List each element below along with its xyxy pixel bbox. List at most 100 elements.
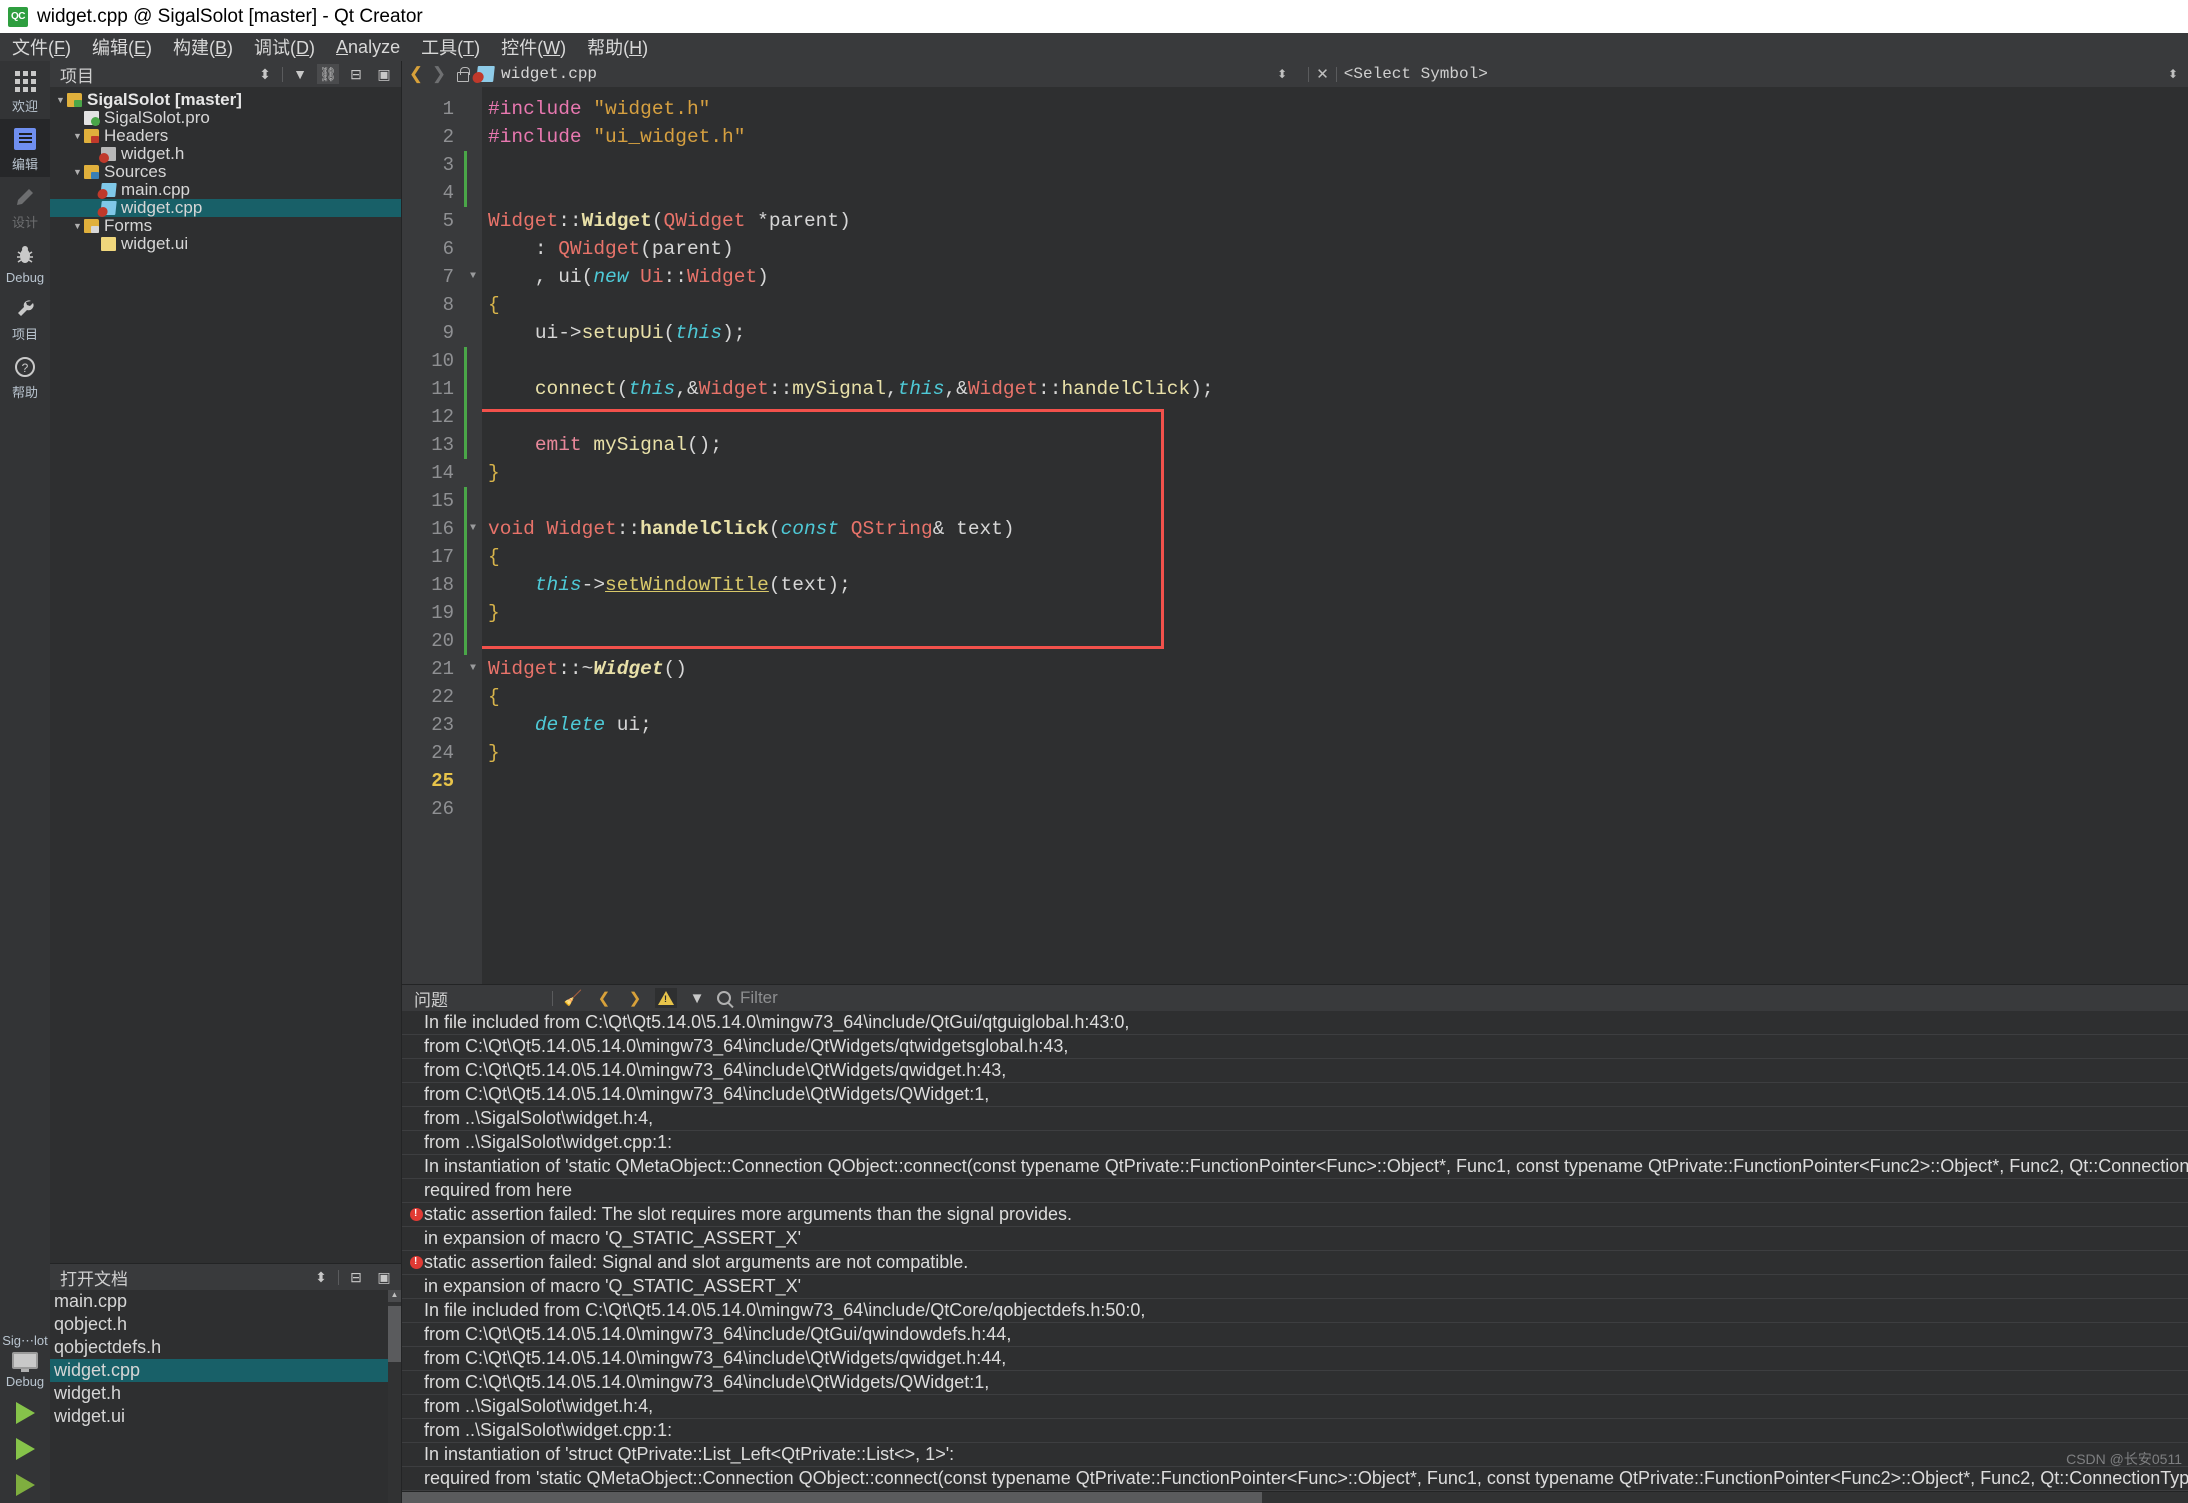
mode-projects[interactable]: 项目 (0, 289, 50, 347)
navigate-forward-icon[interactable]: ❯ (431, 64, 447, 84)
issue-row[interactable]: from C:\Qt\Qt5.14.0\5.14.0\mingw73_64\in… (402, 1371, 2188, 1395)
debug-button[interactable] (15, 1431, 35, 1467)
code-line[interactable]: } (482, 459, 2188, 487)
issue-row[interactable]: In instantiation of 'struct QtPrivate::L… (402, 1443, 2188, 1467)
menu-build[interactable]: 构建(B) (173, 34, 233, 60)
scrollbar-thumb[interactable] (388, 1306, 401, 1362)
issues-horizontal-scrollbar[interactable] (402, 1491, 2188, 1503)
code-line[interactable]: connect(this,&Widget::mySignal,this,&Wid… (482, 375, 2188, 403)
code-text-pane[interactable]: #include "widget.h" #include "ui_widget.h… (482, 87, 2188, 984)
build-button[interactable] (15, 1467, 35, 1503)
tree-item[interactable]: ▼ Forms (50, 216, 401, 235)
issue-row[interactable]: from ..\SigalSolot\widget.cpp:1: (402, 1131, 2188, 1155)
issue-row[interactable]: from ..\SigalSolot\widget.h:4, (402, 1107, 2188, 1131)
issue-row[interactable]: from ..\SigalSolot\widget.cpp:1: (402, 1419, 2188, 1443)
close-file-icon[interactable]: ✕ (1316, 65, 1329, 83)
open-documents-list[interactable]: main.cpp qobject.h qobjectdefs.h widget.cpp… (50, 1290, 401, 1503)
code-line[interactable] (482, 487, 2188, 515)
symbol-selector[interactable]: <Select Symbol> (1344, 65, 1488, 83)
issue-row[interactable]: from ..\SigalSolot\widget.h:4, (402, 1395, 2188, 1419)
filter-icon[interactable]: ▼ (686, 988, 708, 1008)
code-line[interactable] (482, 151, 2188, 179)
scrollbar-thumb[interactable] (402, 1492, 1262, 1503)
menu-help[interactable]: 帮助(H) (587, 34, 648, 60)
code-line[interactable]: Widget::~Widget() (482, 655, 2188, 683)
mode-edit[interactable]: 编辑 (0, 119, 50, 177)
issue-row[interactable]: from C:\Qt\Qt5.14.0\5.14.0\mingw73_64\in… (402, 1323, 2188, 1347)
code-line[interactable] (482, 179, 2188, 207)
issue-row[interactable]: In file included from C:\Qt\Qt5.14.0\5.1… (402, 1299, 2188, 1323)
menu-file[interactable]: 文件(F) (12, 34, 71, 60)
file-dropdown-icon[interactable]: ⬍ (1277, 68, 1287, 80)
filter-icon[interactable]: ▼ (289, 64, 311, 84)
issue-row[interactable]: in expansion of macro 'Q_STATIC_ASSERT_X… (402, 1275, 2188, 1299)
issue-row[interactable]: in expansion of macro 'Q_STATIC_ASSERT_X… (402, 1227, 2188, 1251)
open-document-item[interactable]: qobjectdefs.h (50, 1336, 401, 1359)
open-document-item[interactable]: widget.cpp (50, 1359, 401, 1382)
code-line[interactable] (482, 767, 2188, 795)
menu-tools[interactable]: 工具(T) (421, 34, 480, 60)
scroll-up-icon[interactable]: ▲ (388, 1290, 401, 1302)
sort-toggle-icon[interactable]: ⬍ (254, 64, 276, 84)
issue-row[interactable]: static assertion failed: Signal and slot… (402, 1251, 2188, 1275)
warning-filter-icon[interactable] (655, 988, 677, 1008)
menu-window[interactable]: 控件(W) (501, 34, 566, 60)
close-panel-icon[interactable]: ▣ (373, 64, 395, 84)
open-documents-scrollbar[interactable]: ▲ (388, 1290, 401, 1503)
code-editor[interactable]: 1 2 3 4 5 6 7 8 9 10 11 12 13 14 15 16 17 18 19 20 21 22 23 24 2… (402, 87, 2188, 984)
fold-marker-icon[interactable]: ▼ (464, 263, 482, 291)
code-line[interactable]: #include "widget.h" (482, 95, 2188, 123)
code-line[interactable]: #include "ui_widget.h" (482, 123, 2188, 151)
issue-row[interactable]: In instantiation of 'static QMetaObject:… (402, 1155, 2188, 1179)
issue-row[interactable]: required from 'static QMetaObject::Conne… (402, 1467, 2188, 1491)
unlock-icon[interactable] (454, 66, 470, 82)
issue-row[interactable]: In file included from C:\Qt\Qt5.14.0\5.1… (402, 1011, 2188, 1035)
tree-item[interactable]: widget.cpp (50, 198, 401, 217)
filter-input[interactable]: Filter (740, 988, 778, 1008)
code-line[interactable]: { (482, 291, 2188, 319)
expand-arrow-icon[interactable]: ▼ (71, 167, 84, 177)
sort-toggle-icon[interactable]: ⬍ (310, 1267, 332, 1287)
code-line[interactable]: { (482, 683, 2188, 711)
code-line[interactable]: emit mySignal(); (482, 431, 2188, 459)
open-file-name[interactable]: widget.cpp (501, 65, 597, 83)
code-line[interactable] (482, 347, 2188, 375)
code-line[interactable]: Widget::Widget(QWidget *parent) (482, 207, 2188, 235)
issue-row[interactable]: from C:\Qt\Qt5.14.0\5.14.0\mingw73_64\in… (402, 1059, 2188, 1083)
add-split-icon[interactable]: ⊟ (345, 1267, 367, 1287)
code-line[interactable]: ui->setupUi(this); (482, 319, 2188, 347)
menu-edit[interactable]: 编辑(E) (92, 34, 152, 60)
tree-item[interactable]: main.cpp (50, 180, 401, 199)
code-line[interactable] (482, 627, 2188, 655)
open-document-item[interactable]: widget.ui (50, 1405, 401, 1428)
issue-row[interactable]: static assertion failed: The slot requir… (402, 1203, 2188, 1227)
tree-item[interactable]: SigalSolot.pro (50, 108, 401, 127)
tree-item[interactable]: ▼ Headers (50, 126, 401, 145)
code-line[interactable]: this->setWindowTitle(text); (482, 571, 2188, 599)
close-panel-icon[interactable]: ▣ (373, 1267, 395, 1287)
tree-item[interactable]: widget.h (50, 144, 401, 163)
issue-row[interactable]: required from here (402, 1179, 2188, 1203)
navigate-back-icon[interactable]: ❮ (408, 64, 424, 84)
code-line[interactable] (482, 403, 2188, 431)
issues-list[interactable]: In file included from C:\Qt\Qt5.14.0\5.1… (402, 1011, 2188, 1491)
expand-arrow-icon[interactable]: ▼ (71, 131, 84, 141)
tree-item[interactable]: ▼ Sources (50, 162, 401, 181)
code-line[interactable]: { (482, 543, 2188, 571)
next-issue-icon[interactable]: ❯ (624, 988, 646, 1008)
mode-welcome[interactable]: 欢迎 (0, 61, 50, 119)
code-line[interactable]: , ui(new Ui::Widget) (482, 263, 2188, 291)
split-icon[interactable]: ⊟ (345, 64, 367, 84)
issue-row[interactable]: from C:\Qt\Qt5.14.0\5.14.0\mingw73_64\in… (402, 1347, 2188, 1371)
clear-issues-icon[interactable]: 🧹 (562, 988, 584, 1008)
tree-item[interactable]: ▼ SigalSolot [master] (50, 90, 401, 109)
previous-issue-icon[interactable]: ❮ (593, 988, 615, 1008)
code-line[interactable]: } (482, 739, 2188, 767)
expand-arrow-icon[interactable]: ▼ (54, 95, 67, 105)
code-line[interactable]: delete ui; (482, 711, 2188, 739)
editor-split-dropdown-icon[interactable]: ⬍ (2168, 68, 2178, 80)
menu-analyze[interactable]: Analyze (336, 37, 400, 58)
open-document-item[interactable]: main.cpp (50, 1290, 401, 1313)
project-tree[interactable]: ▼ SigalSolot [master] SigalSolot.pro ▼ Heade… (50, 87, 401, 1263)
fold-indicator-column[interactable]: ▼ ▼ ▼ (464, 87, 482, 984)
